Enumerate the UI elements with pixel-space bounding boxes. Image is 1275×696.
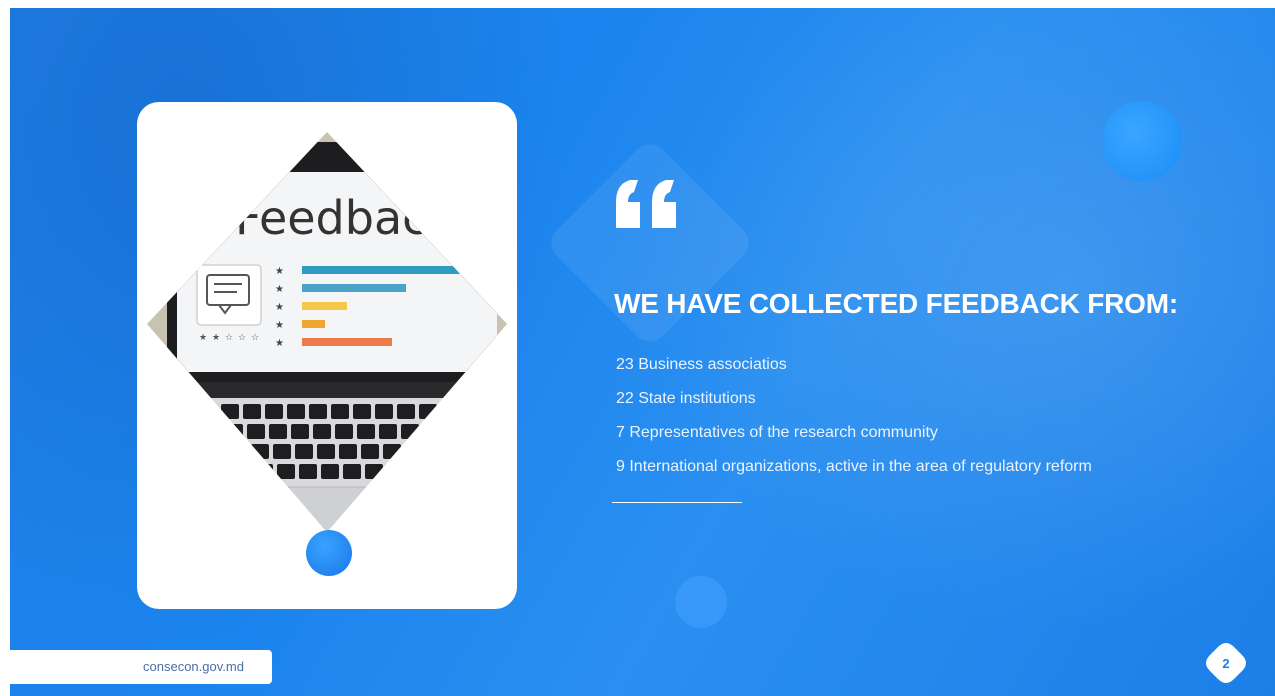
keyboard-key (199, 404, 217, 419)
keyboard-key (269, 424, 287, 439)
keyboard-key (211, 464, 229, 479)
keyboard-key (357, 424, 375, 439)
keyboard-key (401, 424, 419, 439)
rating-bar (302, 302, 347, 310)
screen-heading: Feedbac (235, 191, 427, 245)
keyboard-key (449, 444, 467, 459)
list-item: 7 Representatives of the research commun… (616, 424, 938, 441)
keyboard-key (353, 404, 371, 419)
keyboard-key (471, 444, 489, 459)
divider (612, 502, 742, 503)
keyboard-key (453, 464, 471, 479)
image-card: Feedbac ★ ★ ★ ★ ★ ★ ★ ☆ ☆ ☆ (137, 102, 517, 609)
list-item: 22 State institutions (616, 390, 756, 407)
keyboard-key (287, 404, 305, 419)
keyboard-key (463, 404, 481, 419)
keyboard-key (339, 444, 357, 459)
star-icon: ★ (199, 333, 207, 343)
keyboard-key (181, 424, 199, 439)
keyboard-key (185, 444, 203, 459)
star-icon: ☆ (225, 333, 233, 343)
star-icon: ☆ (251, 333, 259, 343)
keyboard-key (313, 424, 331, 439)
keyboard-key (375, 404, 393, 419)
slide: Feedbac ★ ★ ★ ★ ★ ★ ★ ☆ ☆ ☆ WE HAVE COLLECT (10, 8, 1275, 696)
keyboard-key (379, 424, 397, 439)
page-number-badge: 2 (1206, 643, 1246, 683)
keyboard-key (309, 404, 327, 419)
star-icon: ☆ (238, 333, 246, 343)
keyboard-key (299, 464, 317, 479)
keyboard-key (203, 424, 221, 439)
keyboard-key (419, 404, 437, 419)
keyboard-key (335, 424, 353, 439)
rating-bar (302, 338, 392, 346)
keyboard-key (277, 464, 295, 479)
website-link[interactable]: consecon.gov.md (143, 659, 244, 674)
keyboard-key (405, 444, 423, 459)
keyboard-key (475, 464, 493, 479)
star-icon: ★ (275, 320, 284, 331)
keyboard-key (383, 444, 401, 459)
slide-title: WE HAVE COLLECTED FEEDBACK FROM: (614, 288, 1178, 319)
rating-bar (302, 284, 406, 292)
keyboard-key (441, 404, 459, 419)
chat-bubble-icon (196, 264, 262, 326)
keyboard-key (387, 464, 405, 479)
quote-icon (616, 180, 676, 228)
keyboard-key (321, 464, 339, 479)
keyboard-key (273, 444, 291, 459)
keyboard-key (431, 464, 449, 479)
keyboard-key (291, 424, 309, 439)
keyboard-key (243, 404, 261, 419)
keyboard-key (295, 444, 313, 459)
feedback-sources-list: 23 Business associatios 22 State institu… (616, 348, 1092, 484)
keyboard-key (207, 444, 225, 459)
keyboard-key (251, 444, 269, 459)
star-icon: ★ (275, 338, 284, 349)
keyboard-key (265, 404, 283, 419)
keyboard-key (365, 464, 383, 479)
keyboard-key (427, 444, 445, 459)
decorative-circle-small (675, 576, 727, 628)
keyboard-key (225, 424, 243, 439)
keyboard-key (343, 464, 361, 479)
rating-bar (302, 320, 325, 328)
keyboard-key (397, 404, 415, 419)
keyboard-key (445, 424, 463, 439)
keyboard-key (409, 464, 427, 479)
keyboard-key (247, 424, 265, 439)
page-number: 2 (1222, 656, 1229, 671)
card-decorative-circle (306, 530, 352, 576)
star-icon: ★ (275, 284, 284, 295)
keyboard-key (331, 404, 349, 419)
footer-url-bar[interactable]: consecon.gov.md (10, 650, 272, 684)
list-item: 9 International organizations, active in… (616, 458, 1092, 475)
keyboard-key (255, 464, 273, 479)
star-icon: ★ (275, 266, 284, 277)
decorative-circle (1102, 101, 1182, 181)
keyboard-key (189, 464, 207, 479)
keyboard-key (467, 424, 485, 439)
star-icon: ★ (275, 302, 284, 313)
list-item: 23 Business associatios (616, 356, 787, 373)
keyboard-key (317, 444, 335, 459)
keyboard-key (423, 424, 441, 439)
feedback-photo: Feedbac ★ ★ ★ ★ ★ ★ ★ ☆ ☆ ☆ (147, 132, 507, 532)
keyboard-key (221, 404, 239, 419)
keyboard-key (233, 464, 251, 479)
rating-bar (302, 266, 478, 274)
star-icon: ★ (212, 333, 220, 343)
keyboard-key (361, 444, 379, 459)
keyboard-key (177, 404, 195, 419)
laptop-illustration: Feedbac ★ ★ ★ ★ ★ ★ ★ ☆ ☆ ☆ (147, 132, 507, 532)
keyboard-key (229, 444, 247, 459)
